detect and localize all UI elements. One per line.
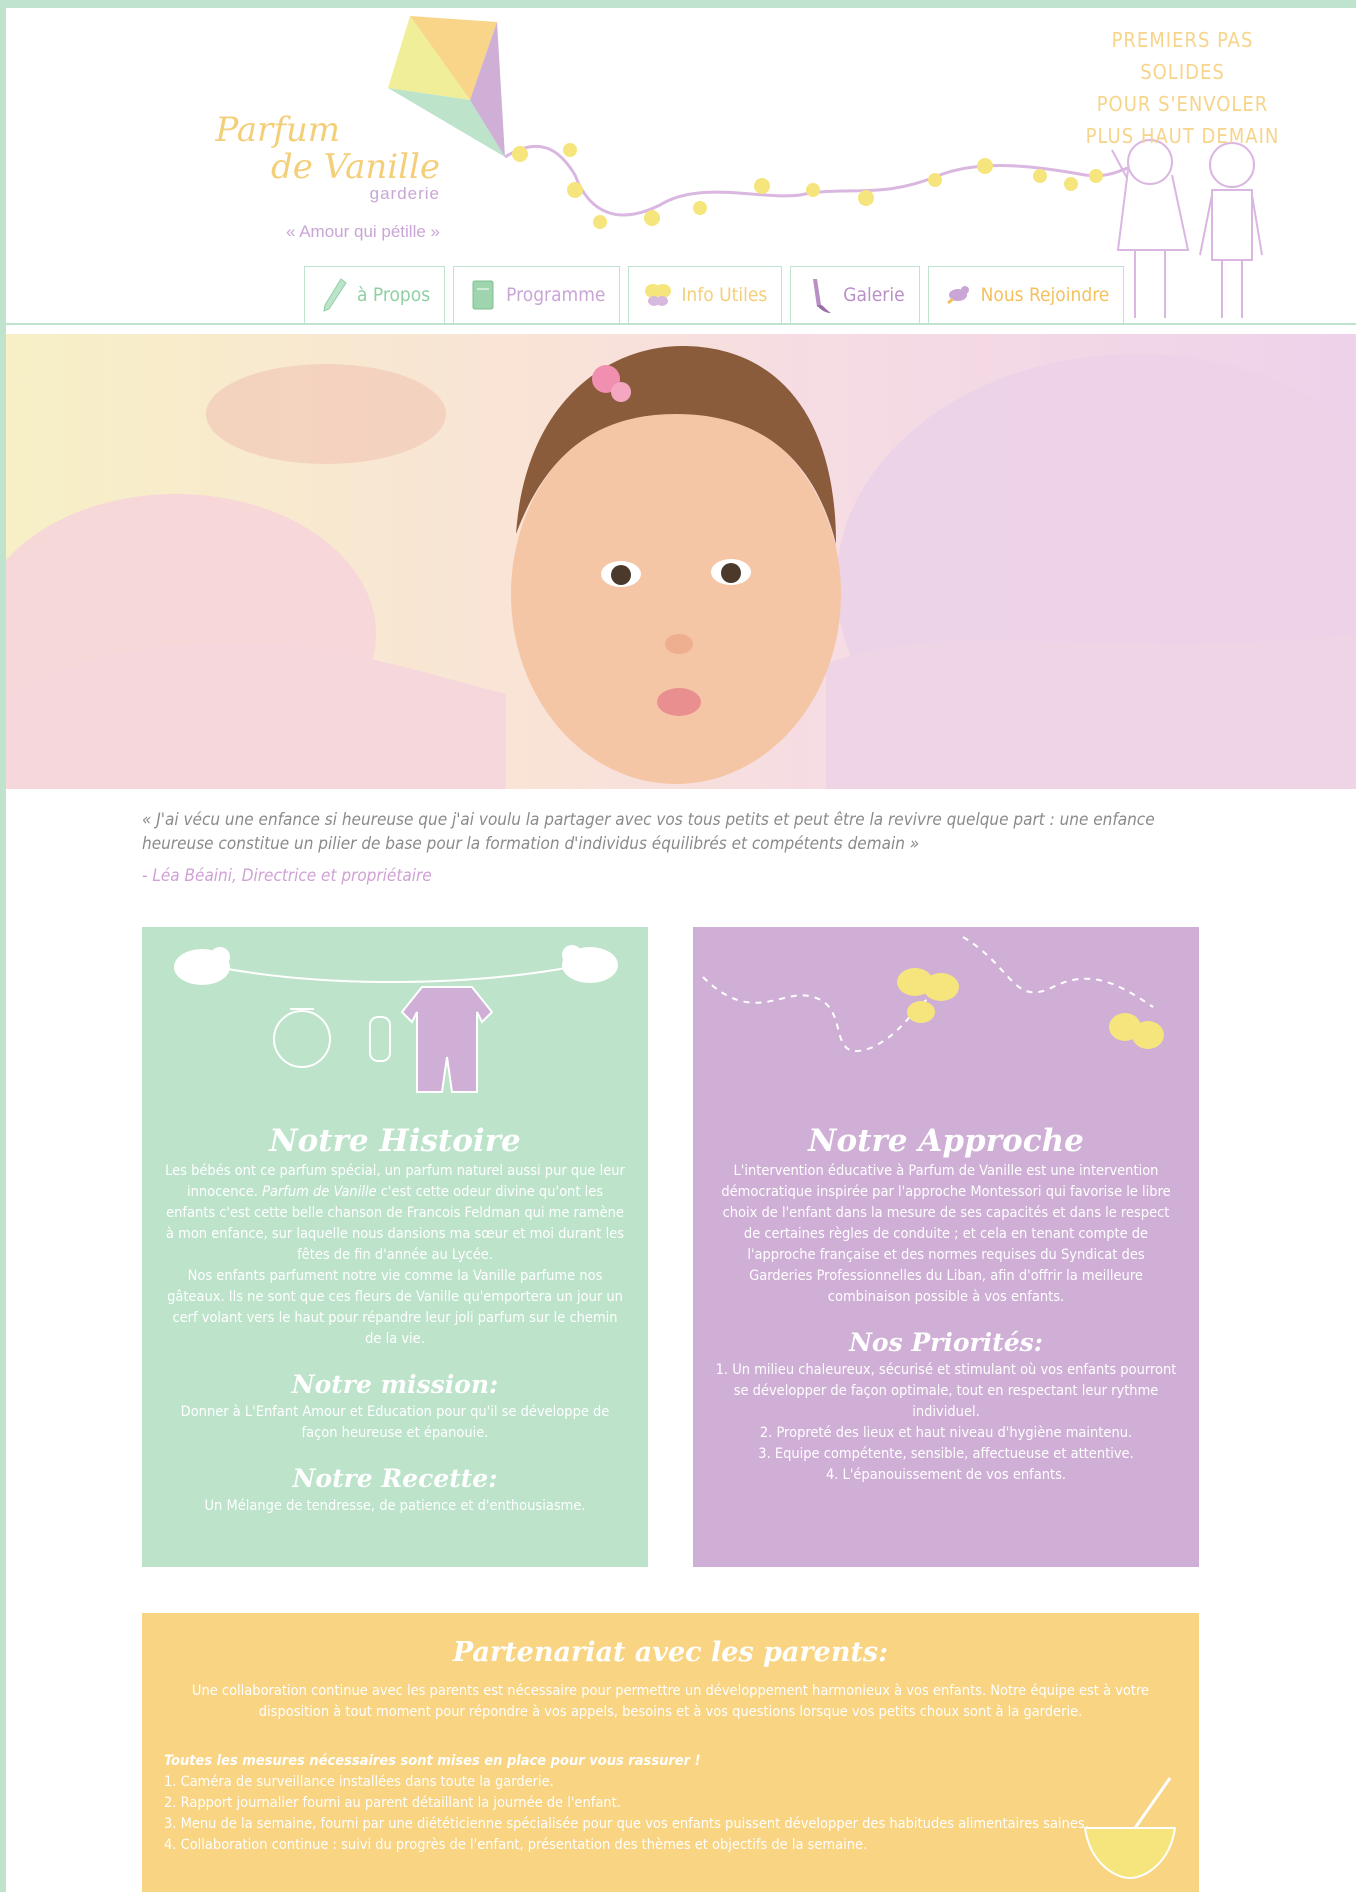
- director-quote: « J'ai vécu une enfance si heureuse que …: [142, 810, 1155, 854]
- nav-underline: [6, 323, 1356, 325]
- list-item: 1. Un milieu chaleureux, sécurisé et sti…: [715, 1362, 1177, 1420]
- onesie-icon: [400, 986, 494, 1093]
- partenariat-title: Partenariat avec les parents:: [452, 1637, 889, 1668]
- priorites-list: 1. Un milieu chaleureux, sécurisé et sti…: [693, 1360, 1199, 1486]
- logo[interactable]: Parfum de Vanille garderie: [200, 112, 440, 204]
- list-item: 4. Collaboration continue : suivi du pro…: [164, 1837, 868, 1853]
- histoire-panel: Notre Histoire Les bébés ont ce parfum s…: [142, 927, 648, 1567]
- nav-item-nous-rejoindre[interactable]: Nous Rejoindre: [927, 266, 1125, 323]
- butterfly-icon: [1109, 1013, 1164, 1049]
- mixing-bowl-icon: [1083, 1777, 1177, 1880]
- mission-title: Notre mission:: [291, 1370, 499, 1399]
- paintbrush-icon: [813, 279, 832, 313]
- hero-image: [6, 334, 1356, 789]
- partenariat-panel: Partenariat avec les parents: Une collab…: [142, 1613, 1199, 1892]
- nav-item-info-utiles[interactable]: Info Utiles: [628, 266, 783, 323]
- histoire-title: Notre Histoire: [269, 1123, 521, 1159]
- list-item: 2. Propreté des lieux et haut niveau d'h…: [759, 1425, 1133, 1441]
- baby-photo: [6, 345, 1356, 789]
- butterflies-illustration: [702, 936, 1164, 1053]
- main-nav: à Propos Programme Info Utiles Galerie N…: [304, 266, 1125, 324]
- nav-item-programme[interactable]: Programme: [453, 266, 621, 323]
- list-item: 1. Caméra de surveillance installées dan…: [164, 1774, 554, 1790]
- list-item: 3. Equipe compétente, sensible, affectue…: [758, 1446, 1134, 1462]
- butterfly-icon: [645, 284, 672, 306]
- histoire-text-2: Nos enfants parfument notre vie comme la…: [167, 1268, 623, 1347]
- logo-subtitle: garderie: [369, 184, 440, 203]
- approche-panel: Notre Approche L'intervention éducative …: [693, 927, 1199, 1567]
- nav-item-a-propos[interactable]: à Propos: [304, 266, 446, 323]
- clothesline-illustration: [174, 945, 618, 1093]
- tagline: PREMIERS PAS SOLIDES POUR S'ENVOLER PLUS…: [1085, 28, 1280, 148]
- nav-item-galerie[interactable]: Galerie: [790, 266, 920, 323]
- children-icon: [1111, 139, 1263, 318]
- bird-icon: [174, 947, 230, 985]
- partenariat-intro: Une collaboration continue avec les pare…: [191, 1683, 1150, 1720]
- list-item: 3. Menu de la semaine, fourni par une di…: [164, 1816, 1089, 1832]
- pencil-icon: [323, 278, 347, 312]
- notebook-icon: [472, 280, 494, 310]
- bird-icon: [562, 945, 618, 983]
- bib-icon: [273, 1008, 331, 1068]
- logo-text: Parfum: [215, 110, 340, 150]
- list-item: 2. Rapport journalier fourni au parent d…: [164, 1795, 621, 1811]
- bottle-icon: [369, 1016, 391, 1062]
- motto: « Amour qui pétille »: [285, 222, 440, 241]
- partenariat-lead: Toutes les mesures nécessaires sont mise…: [164, 1753, 701, 1769]
- recette-title: Notre Recette:: [292, 1464, 498, 1493]
- priorites-title: Nos Priorités:: [849, 1328, 1043, 1357]
- bird-icon: [946, 286, 969, 305]
- quote-author: - Léa Béaini, Directrice et propriétaire: [142, 866, 432, 886]
- histoire-text: Les bébés ont ce parfum spécial, un parf…: [165, 1163, 625, 1263]
- logo-text: de Vanille: [270, 147, 440, 187]
- approche-title: Notre Approche: [808, 1123, 1084, 1159]
- mission-text: Donner à L'Enfant Amour et Education pou…: [180, 1404, 610, 1441]
- butterfly-icon: [897, 968, 959, 1023]
- list-item: 4. L'épanouissement de vos enfants.: [825, 1467, 1067, 1483]
- approche-text: L'intervention éducative à Parfum de Van…: [721, 1163, 1171, 1305]
- partenariat-list: Toutes les mesures nécessaires sont mise…: [164, 1751, 1144, 1856]
- flowers-icon: [512, 143, 1103, 229]
- recette-text: Un Mélange de tendresse, de patience et …: [204, 1498, 586, 1514]
